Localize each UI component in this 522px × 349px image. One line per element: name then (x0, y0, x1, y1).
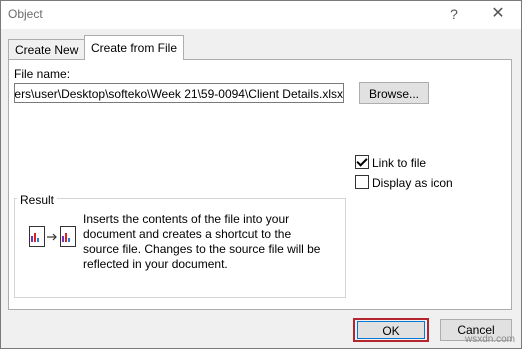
result-description: Inserts the contents of the file into yo… (83, 212, 321, 271)
file-name-value: Jsers\user\Desktop\softeko\Week 21\59-00… (14, 87, 343, 101)
link-document-icon (29, 226, 76, 247)
file-name-input[interactable]: Jsers\user\Desktop\softeko\Week 21\59-00… (14, 83, 344, 103)
watermark: wsxdn.com (465, 334, 516, 345)
link-to-file-checkbox[interactable] (355, 155, 369, 169)
help-icon[interactable]: ? (444, 5, 464, 23)
tab-create-from-file[interactable]: Create from File (84, 35, 185, 60)
link-to-file-label: Link to file (372, 156, 427, 170)
file-name-label: File name: (14, 67, 71, 81)
dialog-title: Object (8, 7, 43, 21)
close-icon[interactable]: ✕ (488, 5, 508, 23)
title-bar: Object ? ✕ (1, 1, 521, 29)
display-as-icon-checkbox[interactable] (355, 175, 369, 189)
browse-button[interactable]: Browse... (359, 82, 429, 104)
ok-button[interactable]: OK (357, 321, 425, 339)
display-as-icon-label: Display as icon (372, 176, 453, 190)
result-legend: Result (17, 193, 58, 207)
tab-create-new[interactable]: Create New (8, 39, 86, 60)
